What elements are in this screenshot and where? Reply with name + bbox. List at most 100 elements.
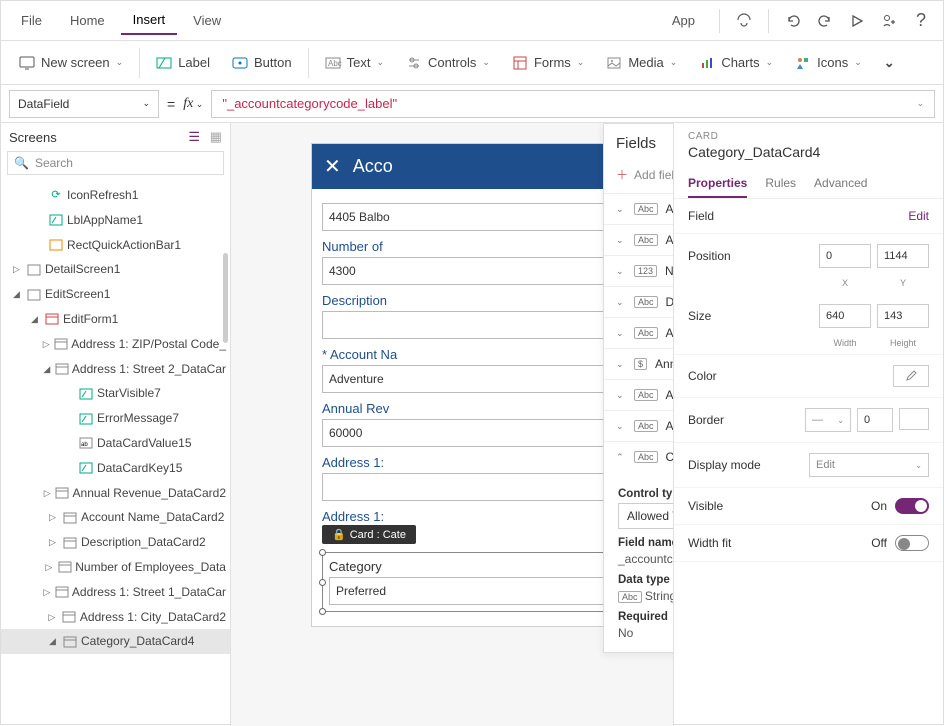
screen-icon [19, 55, 35, 71]
border-width-input[interactable]: 0 [857, 408, 893, 432]
pos-x-input[interactable]: 0 [819, 244, 871, 268]
icons-dropdown[interactable]: Icons⌄ [785, 49, 872, 77]
tree-item-selected[interactable]: ◢Category_DataCard4 [1, 629, 230, 654]
svg-text:Abc: Abc [328, 59, 342, 68]
canvas[interactable]: ✕ Acco 4405 Balbo Number of4300 Descript… [231, 123, 673, 726]
tree-item[interactable]: ▷Account Name_DataCard2 [1, 505, 230, 530]
field-row[interactable]: ⌄$Annual Revenue [604, 348, 673, 379]
control-type-select[interactable]: Allowed Values⌄ [618, 503, 673, 529]
locked-badge: 🔒Card : Cate [322, 525, 416, 544]
tree-item[interactable]: ▷Address 1: City_DataCard2 [1, 605, 230, 630]
new-screen-button[interactable]: New screen ⌄ [9, 49, 133, 77]
ribbon: New screen ⌄ Label Button Abc Text⌄ Cont… [1, 41, 943, 85]
tree-item[interactable]: ⟳IconRefresh1 [1, 183, 230, 208]
media-icon [606, 55, 622, 71]
field-row[interactable]: ⌄AbcAddress 1: Street 2 [604, 379, 673, 410]
pos-y-input[interactable]: 1144 [877, 244, 929, 268]
width-fit-toggle[interactable] [895, 535, 929, 551]
field-details: Control type Allowed Values⌄ Field name … [604, 472, 673, 652]
tree-item[interactable]: ▷Number of Employees_Data [1, 555, 230, 580]
card-title: Category_DataCard4 [674, 142, 943, 170]
controls-icon [406, 55, 422, 71]
tree-item[interactable]: ◢EditScreen1 [1, 282, 230, 307]
tree-item[interactable]: ◢EditForm1 [1, 307, 230, 332]
controls-dropdown[interactable]: Controls⌄ [396, 49, 500, 77]
property-selector[interactable]: DataField⌄ [9, 90, 159, 118]
search-input[interactable]: 🔍 Search [7, 151, 224, 175]
redo-icon[interactable] [811, 7, 839, 35]
tree-item[interactable]: StarVisible7 [1, 381, 230, 406]
close-icon[interactable]: ✕ [324, 154, 341, 179]
card-type-label: CARD [674, 131, 943, 142]
icons-icon [795, 55, 811, 71]
prop-label: Display mode [688, 458, 761, 472]
plus-icon: ＋ [616, 166, 628, 183]
charts-dropdown[interactable]: Charts⌄ [689, 49, 783, 77]
search-icon: 🔍 [14, 156, 29, 170]
tree-item[interactable]: ErrorMessage7 [1, 406, 230, 431]
field-row[interactable]: ⌄AbcAddress 1: ZIP/Postal Code [604, 410, 673, 441]
text-icon: Abc [325, 55, 341, 71]
tree-item[interactable]: RectQuickActionBar1 [1, 233, 230, 258]
tree-item[interactable]: DataCardKey15 [1, 456, 230, 481]
tree-item[interactable]: LblAppName1 [1, 208, 230, 233]
menu-bar: File Home Insert View App ? [1, 1, 943, 41]
fields-title: Fields [616, 135, 656, 152]
properties-panel: CARD Category_DataCard4 Properties Rules… [673, 123, 943, 726]
field-row[interactable]: ⌄123Number of Employees [604, 255, 673, 286]
border-color-picker[interactable] [899, 408, 929, 430]
tree-item[interactable]: ▷DetailScreen1 [1, 257, 230, 282]
undo-icon[interactable] [779, 7, 807, 35]
share-icon[interactable] [875, 7, 903, 35]
label-icon [156, 55, 172, 71]
forms-icon [512, 55, 528, 71]
play-icon[interactable] [843, 7, 871, 35]
tree-item[interactable]: ▷Annual Revenue_DataCard2 [1, 481, 230, 506]
prop-label: Border [688, 413, 724, 427]
field-row-expanded[interactable]: ⌃AbcCategory ⋯ [604, 441, 673, 472]
tab-properties[interactable]: Properties [688, 170, 747, 198]
label-button[interactable]: Label [146, 49, 220, 77]
menu-file[interactable]: File [9, 7, 54, 34]
tree-item[interactable]: abDataCardValue15 [1, 431, 230, 456]
tab-advanced[interactable]: Advanced [814, 170, 867, 198]
add-field-button[interactable]: ＋Add field [616, 166, 673, 183]
tree-item[interactable]: ▷Address 1: Street 1_DataCar [1, 580, 230, 605]
color-picker[interactable] [893, 365, 929, 387]
forms-dropdown[interactable]: Forms⌄ [502, 49, 594, 77]
checker-icon[interactable] [730, 7, 758, 35]
menu-insert[interactable]: Insert [121, 6, 178, 35]
media-dropdown[interactable]: Media⌄ [596, 49, 687, 77]
edit-field-link[interactable]: Edit [908, 209, 929, 223]
scrollbar[interactable] [223, 253, 228, 343]
prop-label: Color [688, 369, 717, 383]
menu-view[interactable]: View [181, 7, 233, 34]
fields-panel: Fields ✕ ＋Add field ⋯ ⌄AbcAddress 1: Cit… [603, 123, 673, 653]
tree-view-icon[interactable]: ☰ [188, 129, 200, 144]
text-dropdown[interactable]: Abc Text⌄ [315, 49, 394, 77]
tab-rules[interactable]: Rules [765, 170, 796, 198]
thumb-view-icon[interactable]: ▦ [210, 129, 222, 144]
width-input[interactable]: 640 [819, 304, 871, 328]
field-row[interactable]: ⌄AbcAddress 1: Street 1 [604, 224, 673, 255]
app-dropdown[interactable]: App [658, 7, 709, 34]
border-style-select[interactable]: —⌄ [805, 408, 851, 432]
formula-input[interactable]: "_accountcategorycode_label"⌄ [211, 90, 935, 118]
overflow-icon[interactable]: ⌄ [874, 49, 905, 77]
prop-label: Field [688, 209, 714, 223]
height-input[interactable]: 143 [877, 304, 929, 328]
field-row[interactable]: ⌄AbcAccount Name [604, 317, 673, 348]
button-button[interactable]: Button [222, 49, 302, 77]
screens-panel: Screens ☰ ▦ 🔍 Search ⟳IconRefresh1 LblAp… [1, 123, 231, 726]
tree-item[interactable]: ▷Description_DataCard2 [1, 530, 230, 555]
field-row[interactable]: ⌄AbcAddress 1: City [604, 193, 673, 224]
help-icon[interactable]: ? [907, 7, 935, 35]
fx-icon[interactable]: fх ⌄ [183, 96, 203, 112]
button-icon [232, 55, 248, 71]
menu-home[interactable]: Home [58, 7, 117, 34]
display-mode-select[interactable]: Edit⌄ [809, 453, 929, 477]
field-row[interactable]: ⌄AbcDescription [604, 286, 673, 317]
tree-item[interactable]: ▷Address 1: ZIP/Postal Code_ [1, 332, 230, 357]
visible-toggle[interactable] [895, 498, 929, 514]
tree-item[interactable]: ◢Address 1: Street 2_DataCar [1, 357, 230, 382]
